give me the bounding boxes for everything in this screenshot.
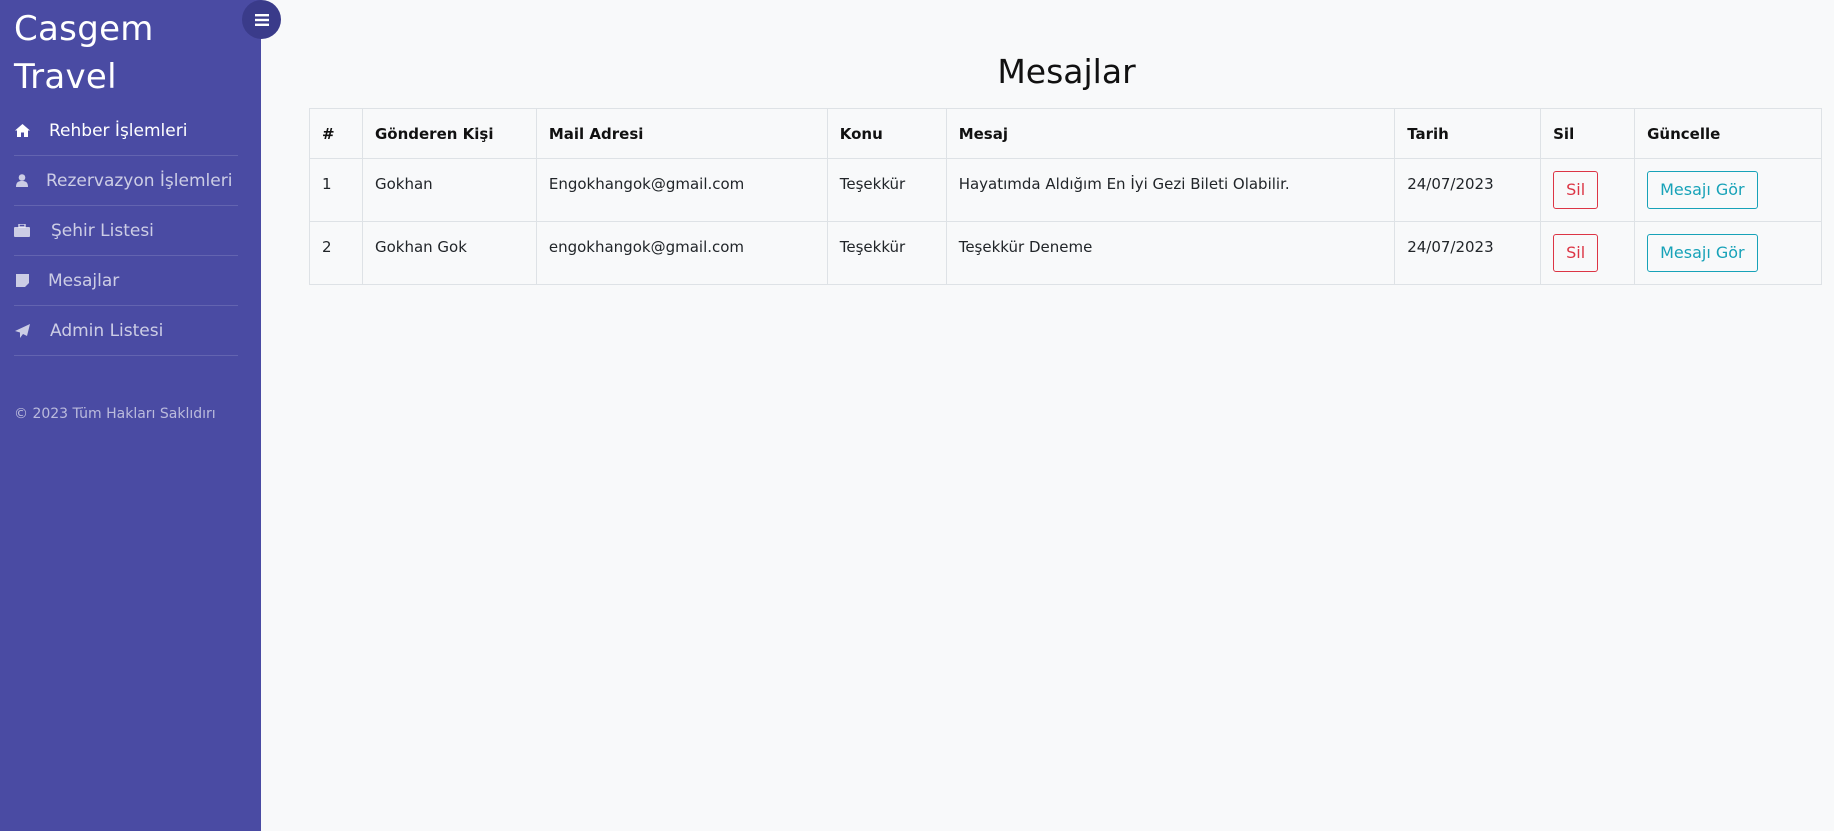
cell-delete: Sil: [1540, 221, 1636, 285]
sidebar-item-label: Şehir Listesi: [51, 220, 154, 241]
messages-table: # Gönderen Kişi Mail Adresi Konu Mesaj T…: [309, 108, 1822, 285]
delete-button[interactable]: Sil: [1553, 234, 1599, 272]
sidebar-toggle-button[interactable]: [242, 0, 281, 39]
view-message-button[interactable]: Mesajı Gör: [1647, 234, 1758, 272]
user-icon: [14, 173, 30, 189]
cell-date: 24/07/2023: [1394, 221, 1542, 285]
sidebar-item-label: Admin Listesi: [50, 320, 164, 341]
cell-update: Mesajı Gör: [1634, 158, 1822, 222]
col-header-update: Güncelle: [1634, 108, 1822, 159]
cell-delete: Sil: [1540, 158, 1636, 222]
cell-message: Hayatımda Aldığım En İyi Gezi Bileti Ola…: [945, 158, 1396, 222]
col-header-email: Mail Adresi: [535, 108, 828, 159]
main-content: Mesajlar # Gönderen Kişi Mail Adresi Kon…: [261, 0, 1834, 831]
cell-sender: Gokhan Gok: [361, 221, 537, 285]
sidebar-item-rehber[interactable]: Rehber İşlemleri: [14, 106, 238, 156]
note-icon: [14, 273, 30, 289]
cell-message: Teşekkür Deneme: [945, 221, 1396, 285]
cell-update: Mesajı Gör: [1634, 221, 1822, 285]
table-header-row: # Gönderen Kişi Mail Adresi Konu Mesaj T…: [309, 108, 1822, 159]
cell-id: 2: [309, 221, 363, 285]
sidebar-item-rezervazyon[interactable]: Rezervazyon İşlemleri: [14, 156, 238, 206]
cell-email: engokhangok@gmail.com: [535, 221, 828, 285]
view-message-button[interactable]: Mesajı Gör: [1647, 171, 1758, 209]
cell-email: Engokhangok@gmail.com: [535, 158, 828, 222]
col-header-number: #: [309, 108, 363, 159]
cell-subject: Teşekkür: [826, 221, 947, 285]
col-header-subject: Konu: [826, 108, 947, 159]
sidebar-item-label: Mesajlar: [48, 270, 120, 291]
delete-button[interactable]: Sil: [1553, 171, 1599, 209]
briefcase-icon: [14, 223, 30, 239]
sidebar-item-label: Rehber İşlemleri: [49, 120, 188, 141]
cell-id: 1: [309, 158, 363, 222]
paper-plane-icon: [14, 323, 30, 339]
cell-subject: Teşekkür: [826, 158, 947, 222]
sidebar-item-label: Rezervazyon İşlemleri: [46, 170, 233, 191]
cell-date: 24/07/2023: [1394, 158, 1542, 222]
sidebar: Casgem Travel Rehber İşlemleri Rezervazyo…: [0, 0, 281, 831]
hamburger-menu-icon: [254, 13, 269, 26]
cell-sender: Gokhan: [361, 158, 537, 222]
page-title: Mesajlar: [997, 52, 1136, 91]
sidebar-item-sehir[interactable]: Şehir Listesi: [14, 206, 238, 256]
sidebar-item-admin[interactable]: Admin Listesi: [14, 306, 238, 356]
brand-logo[interactable]: Casgem Travel: [14, 5, 154, 101]
sidebar-nav: Rehber İşlemleri Rezervazyon İşlemleri Ş…: [14, 106, 238, 356]
col-header-delete: Sil: [1540, 108, 1636, 159]
col-header-date: Tarih: [1394, 108, 1542, 159]
sidebar-item-mesajlar[interactable]: Mesajlar: [14, 256, 238, 306]
table-row: 1 Gokhan Engokhangok@gmail.com Teşekkür …: [309, 158, 1822, 222]
col-header-message: Mesaj: [945, 108, 1396, 159]
table-row: 2 Gokhan Gok engokhangok@gmail.com Teşek…: [309, 221, 1822, 285]
home-icon: [14, 123, 30, 139]
col-header-sender: Gönderen Kişi: [361, 108, 537, 159]
copyright-text: © 2023 Tüm Hakları Saklıdırı: [14, 406, 216, 422]
